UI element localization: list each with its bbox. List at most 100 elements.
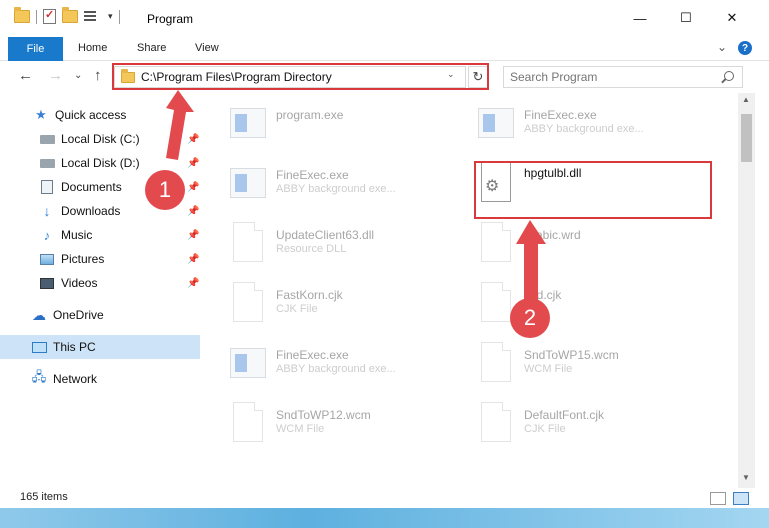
list-item[interactable]: FastKorn.cjk CJK File <box>230 278 470 336</box>
exe-icon <box>230 102 266 146</box>
help-icon[interactable]: ? <box>738 41 752 55</box>
list-item[interactable]: Arabic.wrd <box>478 218 718 276</box>
list-item[interactable]: FineExec.exe ABBY background exe... <box>478 98 718 156</box>
step-2-badge: 2 <box>510 298 550 338</box>
file-icon <box>230 402 266 446</box>
scroll-down-icon[interactable]: ▼ <box>742 473 750 482</box>
dll-icon <box>230 222 266 266</box>
pin-icon[interactable]: 📌 <box>187 134 199 145</box>
quick-access-toolbar: ▾ <box>14 7 120 24</box>
pin-icon[interactable]: 📌 <box>187 158 199 169</box>
sidebar-item-label: Local Disk (C:) <box>61 132 140 146</box>
tab-share[interactable]: Share <box>137 42 166 54</box>
file-type: ABBY background exe... <box>276 363 396 375</box>
download-icon: ↓ <box>43 203 51 219</box>
maximize-button[interactable]: ☐ <box>672 6 700 30</box>
disk-icon <box>39 156 55 170</box>
pin-icon[interactable]: 📌 <box>187 278 199 289</box>
properties-icon[interactable] <box>43 8 56 24</box>
file-type: CJK File <box>276 303 318 315</box>
large-icons-view-button[interactable] <box>733 492 749 505</box>
item-count: 165 items <box>20 491 68 503</box>
sidebar-item-label: This PC <box>53 340 96 354</box>
title-bar: ▾ Program — ☐ ✕ <box>0 0 769 37</box>
sidebar-item-music[interactable]: ♪ Music 📌 <box>0 223 200 247</box>
sidebar-item-label: Local Disk (D:) <box>61 156 140 170</box>
sidebar-item-this-pc[interactable]: This PC <box>0 335 200 359</box>
file-icon <box>230 282 266 326</box>
file-icon <box>478 222 514 266</box>
documents-icon <box>39 180 55 194</box>
search-box[interactable] <box>503 66 743 88</box>
view-options-icon[interactable] <box>84 10 102 23</box>
desktop-background <box>0 508 769 528</box>
disk-icon <box>39 132 55 146</box>
pc-icon <box>31 340 47 354</box>
sidebar-item-videos[interactable]: Videos 📌 <box>0 271 200 295</box>
pin-icon[interactable]: 📌 <box>187 254 199 265</box>
cloud-icon: ☁ <box>32 306 46 323</box>
tab-home[interactable]: Home <box>78 42 107 54</box>
file-type: Resource DLL <box>276 243 347 255</box>
sidebar-item-label: Videos <box>61 276 98 290</box>
file-name: SndToWP15.wcm <box>524 348 619 362</box>
forward-button[interactable]: → <box>48 67 63 84</box>
music-icon: ♪ <box>43 227 51 243</box>
exe-icon <box>230 162 266 206</box>
expand-ribbon-icon[interactable]: ⌄ <box>717 40 727 54</box>
up-button[interactable]: ↑ <box>94 67 102 84</box>
customize-toolbar-icon[interactable]: ▾ <box>108 11 113 22</box>
list-item[interactable]: DefaultFont.cjk CJK File <box>478 398 718 456</box>
scroll-up-icon[interactable]: ▲ <box>742 95 750 104</box>
sidebar-item-label: Quick access <box>55 108 127 122</box>
list-item[interactable]: SndToWP12.wcm WCM File <box>230 398 470 456</box>
details-view-button[interactable] <box>710 492 726 505</box>
tab-file[interactable]: File <box>8 37 63 61</box>
file-icon <box>478 342 514 386</box>
pin-icon[interactable]: 📌 <box>187 206 199 217</box>
file-name: program.exe <box>276 108 344 122</box>
file-name: DefaultFont.cjk <box>524 408 605 422</box>
file-name: FastKorn.cjk <box>276 288 343 302</box>
ribbon: File Home Share View ⌄ ? <box>0 37 769 61</box>
sidebar-item-onedrive[interactable]: ☁ OneDrive <box>0 303 200 327</box>
step-1-badge: 1 <box>145 170 185 210</box>
file-icon <box>478 282 514 326</box>
new-folder-icon[interactable] <box>62 7 78 23</box>
sidebar-item-local-disk-c[interactable]: Local Disk (C:) 📌 <box>0 127 200 151</box>
videos-icon <box>39 276 55 290</box>
back-button[interactable]: ← <box>18 67 33 84</box>
scroll-thumb[interactable] <box>741 114 752 162</box>
list-item[interactable]: UpdateClient63.dll Resource DLL <box>230 218 470 276</box>
list-item[interactable]: FineExec.exe ABBY background exe... <box>230 338 470 396</box>
minimize-button[interactable]: — <box>626 6 654 30</box>
sidebar-item-label: Documents <box>61 180 122 194</box>
pictures-icon <box>39 252 55 266</box>
file-name: SndToWP12.wcm <box>276 408 371 422</box>
file-type: ABBY background exe... <box>276 183 396 195</box>
list-item[interactable]: FineExec.exe ABBY background exe... <box>230 158 470 216</box>
file-type: ABBY background exe... <box>524 123 644 135</box>
recent-locations-button[interactable]: ⌄ <box>74 70 82 81</box>
file-type: WCM File <box>276 423 325 435</box>
file-name: FineExec.exe <box>524 108 597 122</box>
sidebar-item-quick-access[interactable]: ★ Quick access <box>0 103 200 127</box>
file-type: CJK File <box>524 423 566 435</box>
list-item[interactable]: program.exe <box>230 98 470 156</box>
vertical-scrollbar[interactable]: ▲ ▼ <box>738 93 755 488</box>
pin-icon[interactable]: 📌 <box>187 230 199 241</box>
file-name: FineExec.exe <box>276 168 349 182</box>
sidebar-item-network[interactable]: 🖧 Network <box>0 367 200 391</box>
file-name: Arabic.wrd <box>524 228 581 242</box>
navigation-pane: ★ Quick access Local Disk (C:) 📌 Local D… <box>0 93 205 488</box>
tab-view[interactable]: View <box>195 42 219 54</box>
search-icon[interactable] <box>724 71 734 81</box>
list-item[interactable]: SndToWP15.wcm WCM File <box>478 338 718 396</box>
address-highlight-box <box>112 63 489 90</box>
close-button[interactable]: ✕ <box>718 6 746 30</box>
search-input[interactable] <box>510 70 710 84</box>
separator <box>118 9 120 24</box>
folder-icon <box>14 7 30 23</box>
pin-icon[interactable]: 📌 <box>187 182 199 193</box>
sidebar-item-pictures[interactable]: Pictures 📌 <box>0 247 200 271</box>
